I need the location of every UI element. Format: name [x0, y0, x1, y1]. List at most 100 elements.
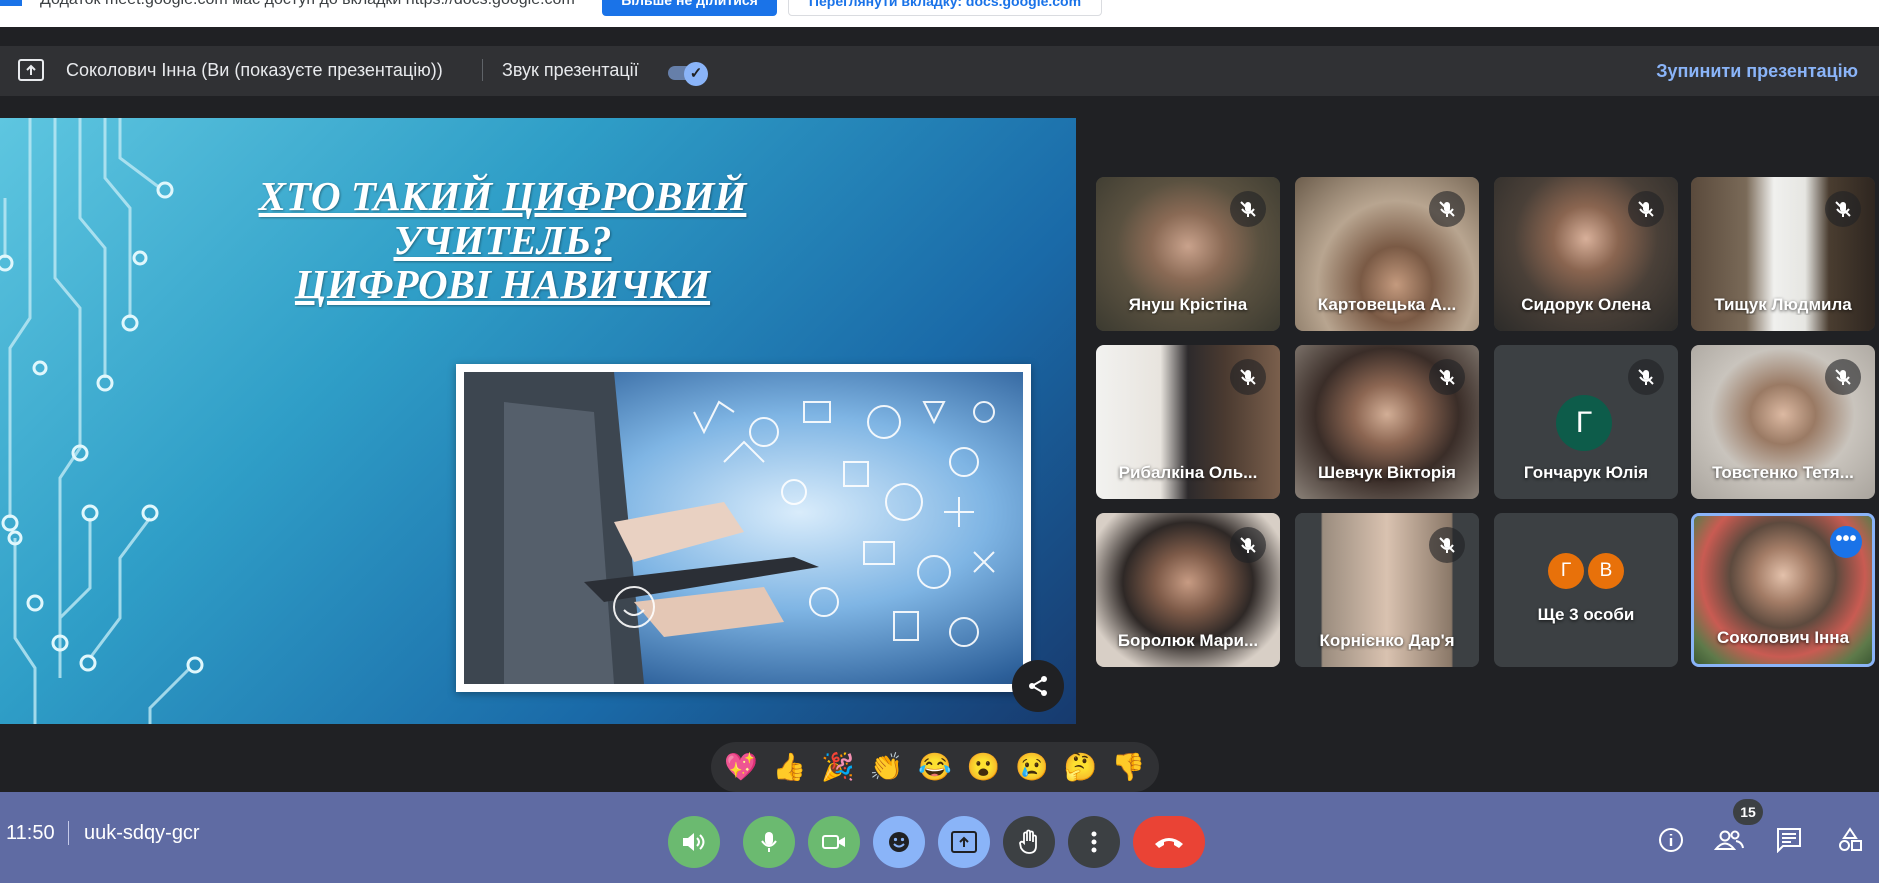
- hand-icon: [1019, 829, 1037, 854]
- microphone-button[interactable]: [743, 816, 795, 868]
- hang-up-icon: [1155, 838, 1183, 848]
- reaction-thumbs-down-icon[interactable]: 👎: [1112, 742, 1146, 792]
- slide-title: ХТО ТАКИЙ ЦИФРОВИЙ УЧИТЕЛЬ? ЦИФРОВІ НАВИ…: [230, 174, 775, 306]
- info-icon: [1659, 828, 1683, 852]
- tablet-photo: [464, 372, 1023, 684]
- slide-image: [456, 364, 1031, 692]
- more-options-icon[interactable]: •••: [1830, 526, 1862, 558]
- participant-tile[interactable]: Картовецька А...: [1295, 177, 1479, 331]
- divider: [482, 59, 483, 81]
- audio-button[interactable]: [668, 816, 720, 868]
- chat-icon: [1777, 828, 1801, 853]
- reaction-sad-icon[interactable]: 😢: [1015, 742, 1049, 792]
- avatar: Г: [1548, 553, 1584, 589]
- microphone-icon: [761, 832, 777, 852]
- participant-name: Рибалкіна Оль...: [1118, 463, 1258, 482]
- participant-name: Корнієнко Дар'я: [1319, 631, 1455, 650]
- participant-name: Шевчук Вікторія: [1318, 463, 1456, 482]
- mic-off-icon: [1628, 191, 1664, 227]
- reaction-surprised-icon[interactable]: 😮: [967, 742, 1001, 792]
- meeting-time: 11:50: [6, 822, 55, 844]
- more-options-button[interactable]: [1068, 816, 1120, 868]
- self-tile[interactable]: ••• Соколович Інна: [1691, 513, 1875, 667]
- meeting-control-bar: 11:50 uuk-sdqy-gcr: [0, 792, 1879, 883]
- participant-tile[interactable]: Боролюк Мари...: [1096, 513, 1280, 667]
- chat-button[interactable]: [1773, 824, 1805, 856]
- participant-tile[interactable]: Г Гончарук Юлія: [1494, 345, 1678, 499]
- shapes-icon: [1839, 827, 1862, 851]
- participant-tile[interactable]: Януш Крістіна: [1096, 177, 1280, 331]
- reaction-thumbs-up-icon[interactable]: 👍: [773, 742, 807, 792]
- participant-tile[interactable]: Шевчук Вікторія: [1295, 345, 1479, 499]
- leave-call-button[interactable]: [1133, 816, 1205, 868]
- activities-button[interactable]: [1834, 824, 1866, 856]
- reaction-heart-icon[interactable]: 💖: [724, 742, 758, 792]
- camera-button[interactable]: [808, 816, 860, 868]
- participant-tile[interactable]: Корнієнко Дар'я: [1295, 513, 1479, 667]
- check-icon: ✓: [684, 62, 708, 86]
- reaction-clap-icon[interactable]: 👏: [870, 742, 904, 792]
- presentation-sound-label: Звук презентації: [502, 60, 639, 80]
- stop-presentation-button[interactable]: Зупинити презентацію: [1656, 61, 1858, 82]
- presenter-label: Соколович Інна (Ви (показуєте презентаці…: [66, 60, 443, 80]
- circuit-decoration: [0, 118, 204, 724]
- reaction-party-icon[interactable]: 🎉: [821, 742, 855, 792]
- present-screen-icon: [18, 59, 44, 81]
- more-vertical-icon: [1091, 831, 1097, 853]
- mic-off-icon: [1230, 191, 1266, 227]
- participant-count-badge: 15: [1733, 799, 1763, 825]
- participants-button[interactable]: [1713, 824, 1745, 856]
- more-participants-tile[interactable]: Г В Ще 3 особи: [1494, 513, 1678, 667]
- presentation-sound-toggle[interactable]: ✓: [668, 62, 710, 86]
- meeting-code[interactable]: uuk-sdqy-gcr: [84, 822, 200, 845]
- participant-name: Соколович Інна: [1716, 628, 1850, 647]
- present-screen-icon: [951, 831, 977, 853]
- notification-message: Додаток meet.google.com має доступ до вк…: [40, 0, 575, 9]
- mic-off-icon: [1429, 527, 1465, 563]
- slide-title-line: УЧИТЕЛЬ?: [393, 217, 612, 263]
- present-now-button[interactable]: [938, 816, 990, 868]
- presented-slide: ХТО ТАКИЙ ЦИФРОВИЙ УЧИТЕЛЬ? ЦИФРОВІ НАВИ…: [0, 118, 1076, 724]
- speaker-icon: [683, 833, 705, 851]
- avatar: В: [1588, 553, 1624, 589]
- share-icon: [1029, 676, 1047, 696]
- tab-sharing-notification: Додаток meet.google.com має доступ до вк…: [0, 0, 1879, 27]
- participant-name: Товстенко Тетя...: [1712, 463, 1854, 482]
- people-icon: [1714, 830, 1744, 850]
- raise-hand-button[interactable]: [1003, 816, 1055, 868]
- participant-name: Картовецька А...: [1317, 295, 1457, 314]
- presentation-bar: Соколович Інна (Ви (показуєте презентаці…: [0, 46, 1879, 96]
- digital-icons-illustration: [464, 372, 995, 684]
- share-button[interactable]: [1012, 660, 1064, 712]
- avatar: Г: [1556, 395, 1612, 451]
- mic-off-icon: [1825, 191, 1861, 227]
- participant-name: Гончарук Юлія: [1523, 463, 1649, 482]
- stop-sharing-button[interactable]: Більше не ділитися: [602, 0, 777, 16]
- participant-tile[interactable]: Рибалкіна Оль...: [1096, 345, 1280, 499]
- slide-title-line: ЦИФРОВІ НАВИЧКИ: [294, 261, 711, 307]
- view-tab-button[interactable]: Переглянути вкладку: docs.google.com: [788, 0, 1102, 16]
- participant-name: Ще 3 особи: [1537, 605, 1635, 624]
- participant-tile[interactable]: Товстенко Тетя...: [1691, 345, 1875, 499]
- reactions-button[interactable]: [873, 816, 925, 868]
- mic-off-icon: [1230, 359, 1266, 395]
- reactions-bar: 💖 👍 🎉 👏 😂 😮 😢 🤔 👎: [711, 742, 1159, 792]
- mic-off-icon: [1825, 359, 1861, 395]
- participant-name: Тищук Людмила: [1714, 295, 1852, 314]
- participant-tile[interactable]: Тищук Людмила: [1691, 177, 1875, 331]
- emoji-icon: [889, 832, 909, 852]
- meeting-details-button[interactable]: [1655, 824, 1687, 856]
- participant-name: Сидорук Олена: [1521, 295, 1651, 314]
- reaction-thinking-icon[interactable]: 🤔: [1063, 742, 1097, 792]
- share-indicator-icon: [0, 0, 22, 6]
- mic-off-icon: [1230, 527, 1266, 563]
- slide-title-line: ХТО ТАКИЙ ЦИФРОВИЙ: [258, 173, 747, 219]
- divider: [68, 821, 69, 845]
- participant-tile[interactable]: Сидорук Олена: [1494, 177, 1678, 331]
- mic-off-icon: [1429, 359, 1465, 395]
- reaction-laugh-icon[interactable]: 😂: [918, 742, 952, 792]
- mic-off-icon: [1429, 191, 1465, 227]
- more-participants-avatars: Г В: [1494, 553, 1678, 589]
- participant-name: Януш Крістіна: [1128, 295, 1248, 314]
- participant-name: Боролюк Мари...: [1117, 631, 1259, 650]
